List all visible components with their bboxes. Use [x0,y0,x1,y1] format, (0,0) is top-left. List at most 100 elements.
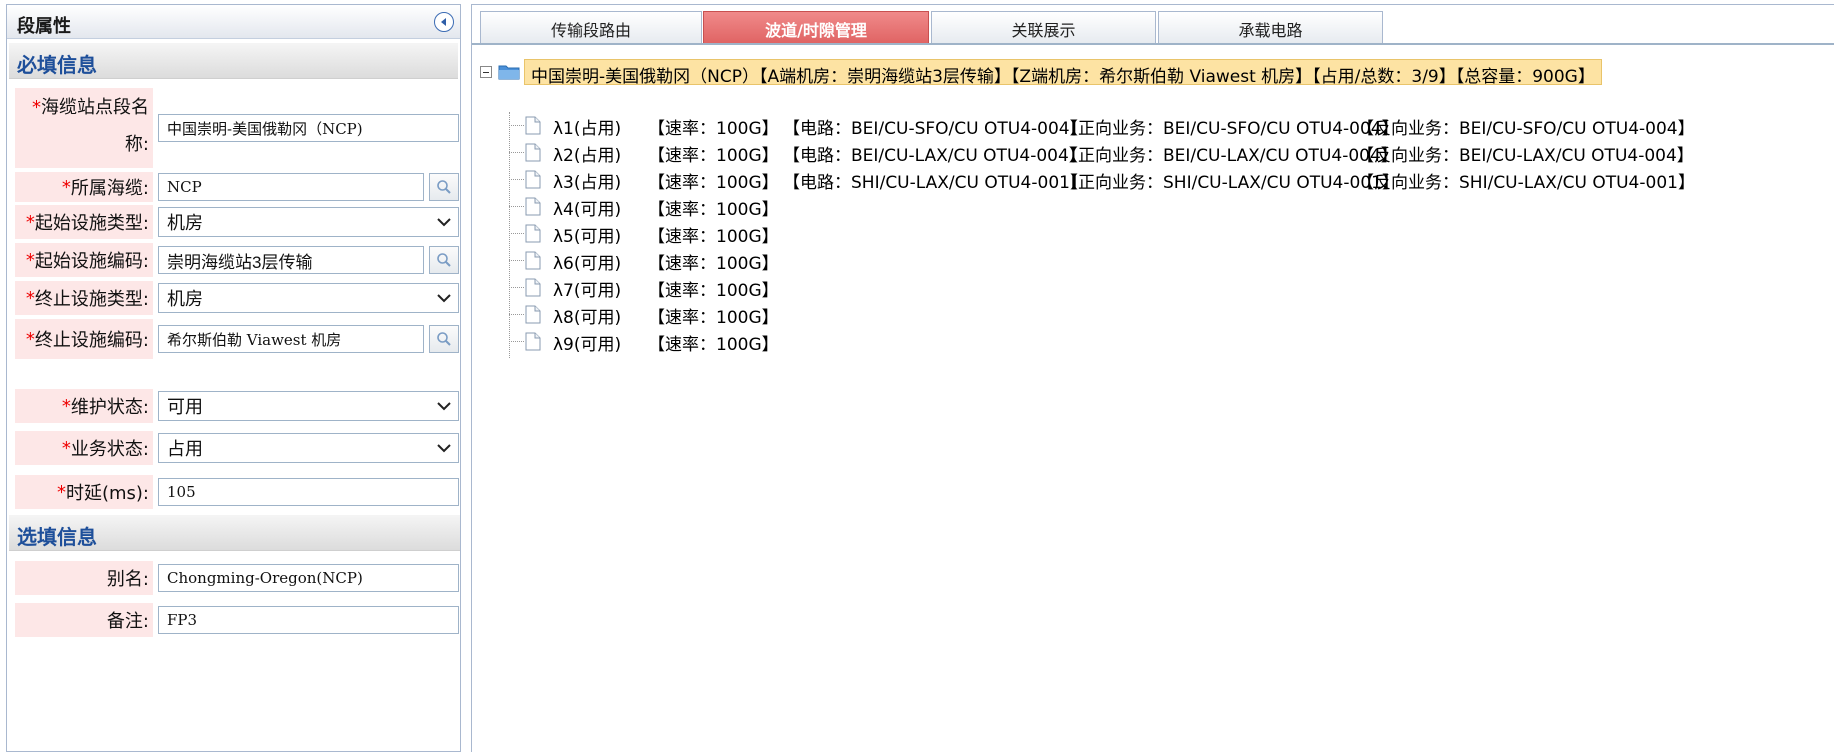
maint-status-row: * 维护状态: 可用 [15,389,459,423]
end-code-field[interactable]: 希尔斯伯勒 Viawest 机房 [158,325,424,353]
end-type-select[interactable]: 机房 [158,283,459,313]
service-status-select[interactable]: 占用 [158,433,459,463]
delay-label: * 时延(ms): [15,475,153,509]
tab-related-display[interactable]: 关联展示 [931,11,1156,43]
wavelength-circuit: 【电路：BEI/CU-LAX/CU OTU4-004】 [783,146,1086,166]
tree-branch-line [509,341,524,342]
wavelength-name: λ7(可用) [553,281,622,301]
end-type-label: * 终止设施类型: [15,281,153,315]
tree-branch-line [509,152,524,153]
wavelength-forward: 【正向业务：SHI/CU-LAX/CU OTU4-001】 [1061,173,1399,193]
tree-root-node[interactable]: 中国崇明-美国俄勒冈（NCP）【A端机房：崇明海缆站3层传输】【Z端机房：希尔斯… [478,59,1818,87]
wavelength-rate: 【速率：100G】 [648,254,779,274]
wavelength-rate: 【速率：100G】 [648,200,779,220]
document-icon [525,197,541,216]
wavelength-row[interactable]: λ4(可用) 【速率：100G】 [509,194,1829,220]
start-type-row: * 起始设施类型: 机房 [15,205,459,239]
wavelength-row[interactable]: λ8(可用) 【速率：100G】 [509,302,1829,328]
start-code-search-icon[interactable] [429,246,459,274]
wavelength-row[interactable]: λ1(占用) 【速率：100G】 【电路：BEI/CU-SFO/CU OTU4-00… [509,113,1829,139]
collapse-toggle-icon[interactable] [480,66,492,78]
required-section-header: 必填信息 [9,43,458,79]
wavelength-reverse: 【反向业务：SHI/CU-LAX/CU OTU4-001】 [1357,173,1695,193]
wavelength-row[interactable]: λ7(可用) 【速率：100G】 [509,275,1829,301]
chevron-down-icon [437,402,451,411]
wavelength-row[interactable]: λ2(占用) 【速率：100G】 【电路：BEI/CU-LAX/CU OTU4-00… [509,140,1829,166]
tree-branch-line [509,314,524,315]
alias-field[interactable]: Chongming-Oregon(NCP) [158,564,459,592]
document-icon [525,143,541,162]
wavelength-name: λ4(可用) [553,200,622,220]
tab-transmission-route[interactable]: 传输段路由 [480,11,702,43]
alias-label: 别名: [15,561,153,595]
optional-section-header: 选填信息 [9,515,460,551]
alias-row: 别名: Chongming-Oregon(NCP) [15,561,459,595]
document-icon [525,332,541,351]
segment-name-label: *海缆站点段名 称: [15,88,153,168]
delay-field[interactable]: 105 [158,478,459,506]
tree-branch-line [509,233,524,234]
folder-icon [498,65,520,80]
wavelength-name: λ2(占用) [553,146,622,166]
maint-status-label: * 维护状态: [15,389,153,423]
wavelength-tree: 中国崇明-美国俄勒冈（NCP）【A端机房：崇明海缆站3层传输】【Z端机房：希尔斯… [472,45,1834,745]
end-code-label: * 终止设施编码: [15,319,153,359]
wavelength-rate: 【速率：100G】 [648,173,779,193]
wavelength-rate: 【速率：100G】 [648,119,779,139]
document-icon [525,170,541,189]
remark-row: 备注: FP3 [15,603,459,637]
remark-label: 备注: [15,603,153,637]
maint-status-select[interactable]: 可用 [158,391,459,421]
chevron-down-icon [437,294,451,303]
remark-field[interactable]: FP3 [158,606,459,634]
tree-root-label: 中国崇明-美国俄勒冈（NCP）【A端机房：崇明海缆站3层传输】【Z端机房：希尔斯… [524,59,1602,87]
wavelength-forward: 【正向业务：BEI/CU-LAX/CU OTU4-004】 [1061,146,1398,166]
document-icon [525,305,541,324]
wavelength-row[interactable]: λ9(可用) 【速率：100G】 [509,329,1829,355]
tab-bar: 传输段路由 波道/时隙管理 关联展示 承载电路 [472,5,1834,45]
cable-label: * 所属海缆: [15,172,153,202]
end-type-row: * 终止设施类型: 机房 [15,281,459,315]
wavelength-row[interactable]: λ6(可用) 【速率：100G】 [509,248,1829,274]
start-type-select[interactable]: 机房 [158,207,459,237]
wavelength-name: λ9(可用) [553,335,622,355]
cable-search-icon[interactable] [429,173,459,201]
cable-row: * 所属海缆: NCP [15,172,459,202]
start-code-row: * 起始设施编码: 崇明海缆站3层传输 [15,243,459,277]
service-status-label: * 业务状态: [15,431,153,465]
document-icon [525,116,541,135]
tree-branch-line [509,179,524,180]
cable-field[interactable]: NCP [158,173,424,201]
optional-section-title: 选填信息 [17,525,97,549]
wavelength-forward: 【正向业务：BEI/CU-SFO/CU OTU4-004】 [1061,119,1399,139]
detail-panel: 传输段路由 波道/时隙管理 关联展示 承载电路 中国崇明-美国俄勒冈（NCP）【… [471,4,1834,752]
wavelength-rate: 【速率：100G】 [648,146,779,166]
tab-carried-circuits[interactable]: 承载电路 [1158,11,1383,43]
wavelength-name: λ3(占用) [553,173,622,193]
tab-wavelength-management[interactable]: 波道/时隙管理 [703,11,929,43]
collapse-left-icon[interactable] [434,12,454,32]
start-code-field[interactable]: 崇明海缆站3层传输 [158,246,424,274]
panel-header: 段属性 [7,5,460,39]
panel-splitter[interactable] [461,0,471,752]
chevron-down-icon [437,218,451,227]
end-code-search-icon[interactable] [429,325,459,353]
document-icon [525,278,541,297]
panel-title: 段属性 [17,16,71,37]
wavelength-name: λ8(可用) [553,308,622,328]
tree-branch-line [509,206,524,207]
wavelength-row[interactable]: λ3(占用) 【速率：100G】 【电路：SHI/CU-LAX/CU OTU4-00… [509,167,1829,193]
wavelength-reverse: 【反向业务：BEI/CU-SFO/CU OTU4-004】 [1357,119,1695,139]
wavelength-circuit: 【电路：BEI/CU-SFO/CU OTU4-004】 [783,119,1087,139]
service-status-row: * 业务状态: 占用 [15,431,459,465]
segment-name-field[interactable]: 中国崇明-美国俄勒冈（NCP) [158,114,459,142]
document-icon [525,224,541,243]
wavelength-circuit: 【电路：SHI/CU-LAX/CU OTU4-001】 [783,173,1087,193]
tree-branch-line [509,287,524,288]
chevron-down-icon [437,444,451,453]
start-type-label: * 起始设施类型: [15,205,153,239]
segment-name-row: *海缆站点段名 称: 中国崇明-美国俄勒冈（NCP) [15,88,459,168]
wavelength-rate: 【速率：100G】 [648,227,779,247]
wavelength-row[interactable]: λ5(可用) 【速率：100G】 [509,221,1829,247]
wavelength-rate: 【速率：100G】 [648,308,779,328]
